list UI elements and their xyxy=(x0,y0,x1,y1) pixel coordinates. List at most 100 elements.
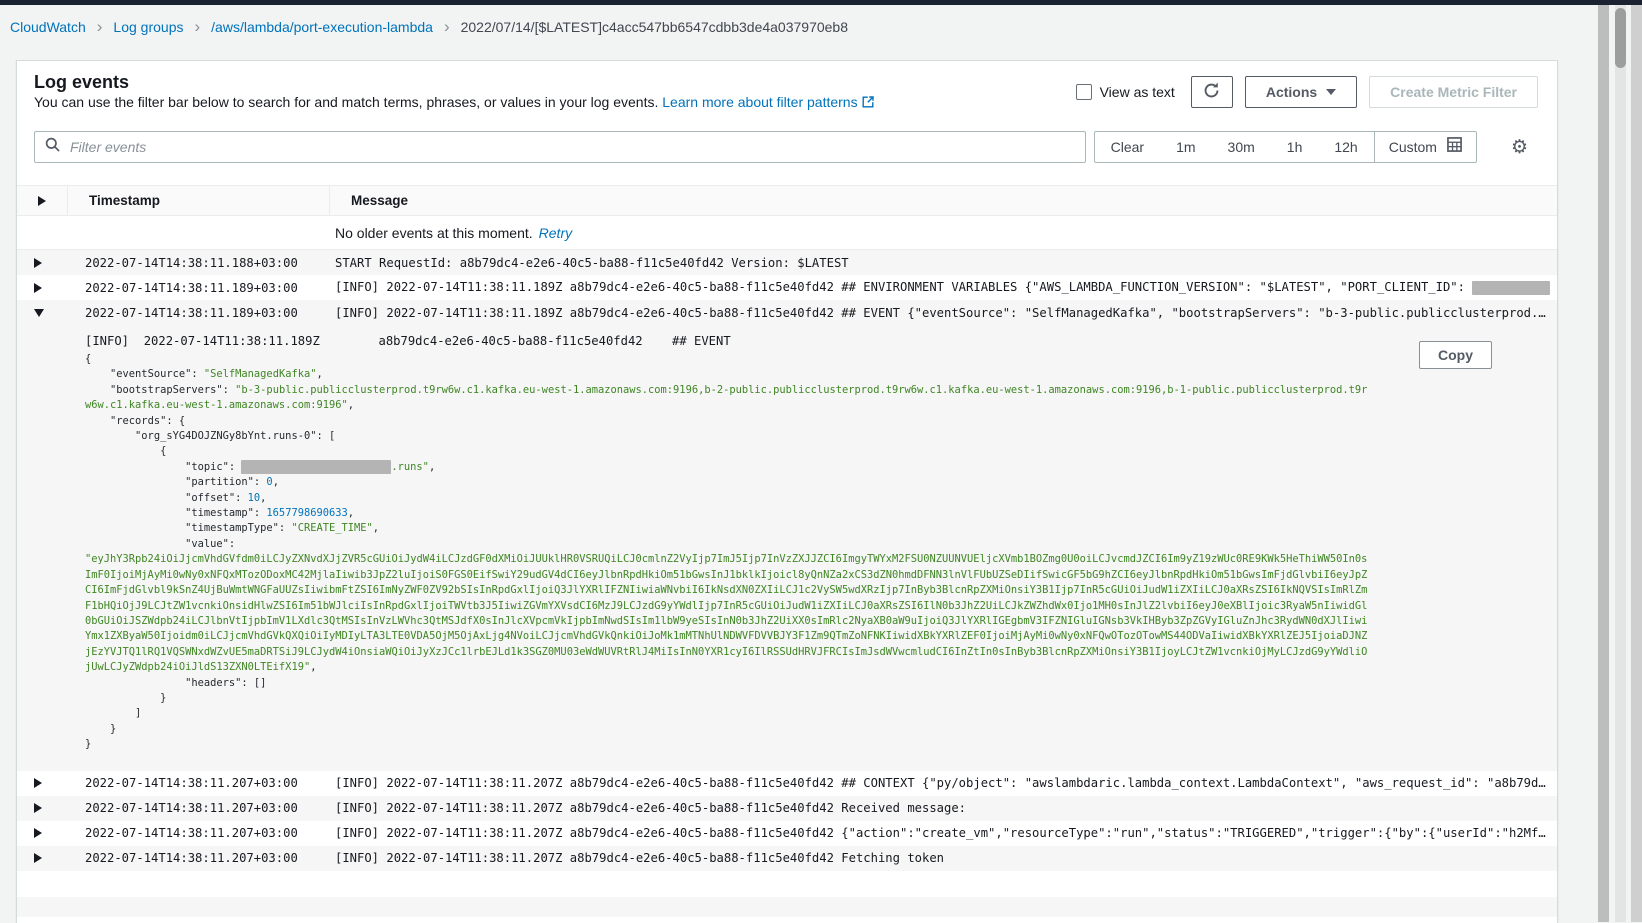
log-event-row[interactable]: 2022-07-14T14:38:11.189+03:00 [INFO] 2022… xyxy=(17,275,1557,300)
filter-events-searchbox[interactable] xyxy=(34,131,1086,163)
time-range-30m[interactable]: 30m xyxy=(1212,132,1271,162)
log-text-segment: , xyxy=(373,522,379,534)
log-text-segment: "value": xyxy=(85,538,235,550)
timestamp-cell: 2022-07-14T14:38:11.207+03:00 xyxy=(68,801,330,815)
time-range-1h[interactable]: 1h xyxy=(1271,132,1319,162)
time-range-12h[interactable]: 12h xyxy=(1318,132,1373,162)
expand-toggle-cell[interactable] xyxy=(17,309,68,317)
scrollbar-inner[interactable] xyxy=(1598,5,1609,922)
breadcrumb-link[interactable]: CloudWatch xyxy=(10,19,86,35)
log-event-row[interactable]: 2022-07-14T14:38:11.188+03:00 START Reque… xyxy=(17,250,1557,275)
log-event-row[interactable]: 2022-07-14T14:38:11.207+03:00[INFO] 2022… xyxy=(17,846,1557,871)
expand-toggle-cell[interactable] xyxy=(17,778,68,788)
expanded-event-detail: Copy [INFO] 2022-07-14T11:38:11.189Z a8b7… xyxy=(17,325,1557,771)
log-event-row[interactable]: 2022-07-14T14:38:11.207+03:00[INFO] 2022… xyxy=(17,771,1557,796)
expand-all-column-header[interactable] xyxy=(17,186,68,215)
no-older-events-text: No older events at this moment. xyxy=(335,225,533,241)
triangle-right-icon[interactable] xyxy=(34,803,42,813)
chevron-down-icon xyxy=(1326,89,1336,95)
triangle-right-icon[interactable] xyxy=(34,778,42,788)
log-text-segment: "offset": xyxy=(85,492,248,504)
log-text-segment: } xyxy=(85,692,166,704)
expand-toggle-cell[interactable] xyxy=(17,828,68,838)
log-text-segment: START RequestId: a8b79dc4-e2e6-40c5-ba88… xyxy=(335,256,849,270)
message-cell: [INFO] 2022-07-14T11:38:11.189Z a8b79dc4… xyxy=(330,306,1557,320)
scrollbar-thumb[interactable] xyxy=(1615,8,1626,68)
log-text-segment: , xyxy=(348,507,354,519)
message-cell: [INFO] 2022-07-14T11:38:11.207Z a8b79dc4… xyxy=(330,801,1557,815)
scrollbar-outer[interactable] xyxy=(1631,5,1642,922)
time-range-control: Clear1m30m1h12h Custom xyxy=(1094,131,1477,163)
empty-row xyxy=(17,871,1557,897)
triangle-right-icon[interactable] xyxy=(34,853,42,863)
create-metric-filter-button[interactable]: Create Metric Filter xyxy=(1369,76,1538,108)
breadcrumb-link[interactable]: Log groups xyxy=(113,19,183,35)
log-text-segment: "b-3-public.publicclusterprod.t9rw6w.c1.… xyxy=(85,384,1367,411)
copy-button[interactable]: Copy xyxy=(1419,341,1492,369)
expand-toggle-cell[interactable] xyxy=(17,258,68,268)
external-link-icon xyxy=(862,95,874,111)
log-text-segment: , xyxy=(273,476,279,488)
log-text-segment: "timestamp": xyxy=(85,507,266,519)
log-text-segment: } xyxy=(85,723,116,735)
time-range-1m[interactable]: 1m xyxy=(1160,132,1211,162)
log-text-segment: [INFO] 2022-07-14T11:38:11.189Z a8b79dc4… xyxy=(335,280,1472,294)
log-text-segment: , xyxy=(316,368,322,380)
retry-link[interactable]: Retry xyxy=(539,225,572,241)
page-title: Log events xyxy=(34,72,129,93)
log-rows: No older events at this moment. Retry 20… xyxy=(17,216,1557,917)
log-text-segment: [INFO] 2022-07-14T11:38:11.207Z a8b79dc4… xyxy=(335,826,1546,840)
scrollbar-track[interactable] xyxy=(1615,5,1626,922)
log-text-segment: "topic": xyxy=(85,461,241,473)
event-detail-header-line: [INFO] 2022-07-14T11:38:11.189Z a8b79dc4… xyxy=(85,333,1369,350)
expand-toggle-cell[interactable] xyxy=(17,853,68,863)
triangle-down-icon[interactable] xyxy=(34,309,44,317)
refresh-button[interactable] xyxy=(1191,76,1233,108)
log-text-segment: "org_sYG4DOJZNGy8bYnt.runs-0": [ xyxy=(85,430,335,442)
log-event-row[interactable]: 2022-07-14T14:38:11.207+03:00 [INFO] 2022… xyxy=(17,796,1557,821)
timestamp-cell: 2022-07-14T14:38:11.188+03:00 xyxy=(68,256,330,270)
partial-next-row xyxy=(17,897,1557,917)
event-detail-json: { "eventSource": "SelfManagedKafka", "bo… xyxy=(85,352,1369,753)
timestamp-cell: 2022-07-14T14:38:11.189+03:00 xyxy=(68,281,330,295)
refresh-icon xyxy=(1203,82,1220,102)
log-text-segment: "headers": [] xyxy=(85,677,266,689)
log-text-segment: "timestampType": xyxy=(85,522,291,534)
message-cell: [INFO] 2022-07-14T11:38:11.207Z a8b79dc4… xyxy=(330,851,1557,865)
log-text-segment: { xyxy=(85,445,166,457)
panel-description: You can use the filter bar below to sear… xyxy=(34,94,874,111)
message-cell: [INFO] 2022-07-14T11:38:11.189Z a8b79dc4… xyxy=(330,280,1557,295)
settings-button[interactable]: ⚙ xyxy=(1511,131,1528,163)
custom-time-range-button[interactable]: Custom xyxy=(1374,132,1476,162)
log-text-segment: , xyxy=(429,461,435,473)
log-text-segment: "partition": xyxy=(85,476,266,488)
gear-icon: ⚙ xyxy=(1511,138,1528,157)
breadcrumb-link[interactable]: /aws/lambda/port-execution-lambda xyxy=(211,19,433,35)
message-cell: [INFO] 2022-07-14T11:38:11.207Z a8b79dc4… xyxy=(330,776,1557,790)
timestamp-column-header: Timestamp xyxy=(68,186,330,215)
message-column-header: Message xyxy=(330,186,1557,215)
triangle-right-icon[interactable] xyxy=(34,258,42,268)
log-event-row[interactable]: 2022-07-14T14:38:11.207+03:00[INFO] 2022… xyxy=(17,821,1557,846)
log-text-segment: { xyxy=(85,353,91,365)
chevron-right-icon: › xyxy=(444,18,450,35)
log-text-segment: [INFO] 2022-07-14T11:38:11.207Z a8b79dc4… xyxy=(335,801,966,815)
log-text-segment: "records": { xyxy=(85,415,185,427)
actions-button[interactable]: Actions xyxy=(1245,76,1357,108)
triangle-right-icon[interactable] xyxy=(34,828,42,838)
filter-events-input[interactable] xyxy=(68,138,1085,156)
log-event-row[interactable]: 2022-07-14T14:38:11.189+03:00[INFO] 2022… xyxy=(17,300,1557,325)
view-as-text-checkbox[interactable] xyxy=(1076,84,1092,100)
time-range-clear[interactable]: Clear xyxy=(1095,132,1160,162)
log-text-segment: ] xyxy=(85,707,141,719)
triangle-right-icon[interactable] xyxy=(34,283,42,293)
log-text-segment: [INFO] 2022-07-14T11:38:11.207Z a8b79dc4… xyxy=(335,776,1546,790)
message-cell: START RequestId: a8b79dc4-e2e6-40c5-ba88… xyxy=(330,256,1557,270)
chevron-right-icon: › xyxy=(97,18,103,35)
expand-toggle-cell[interactable] xyxy=(17,283,68,293)
no-older-events-row: No older events at this moment. Retry xyxy=(17,216,1557,250)
search-icon xyxy=(45,137,60,157)
expand-toggle-cell[interactable] xyxy=(17,803,68,813)
chevron-right-icon: › xyxy=(194,18,200,35)
learn-more-link[interactable]: Learn more about filter patterns xyxy=(662,94,857,110)
